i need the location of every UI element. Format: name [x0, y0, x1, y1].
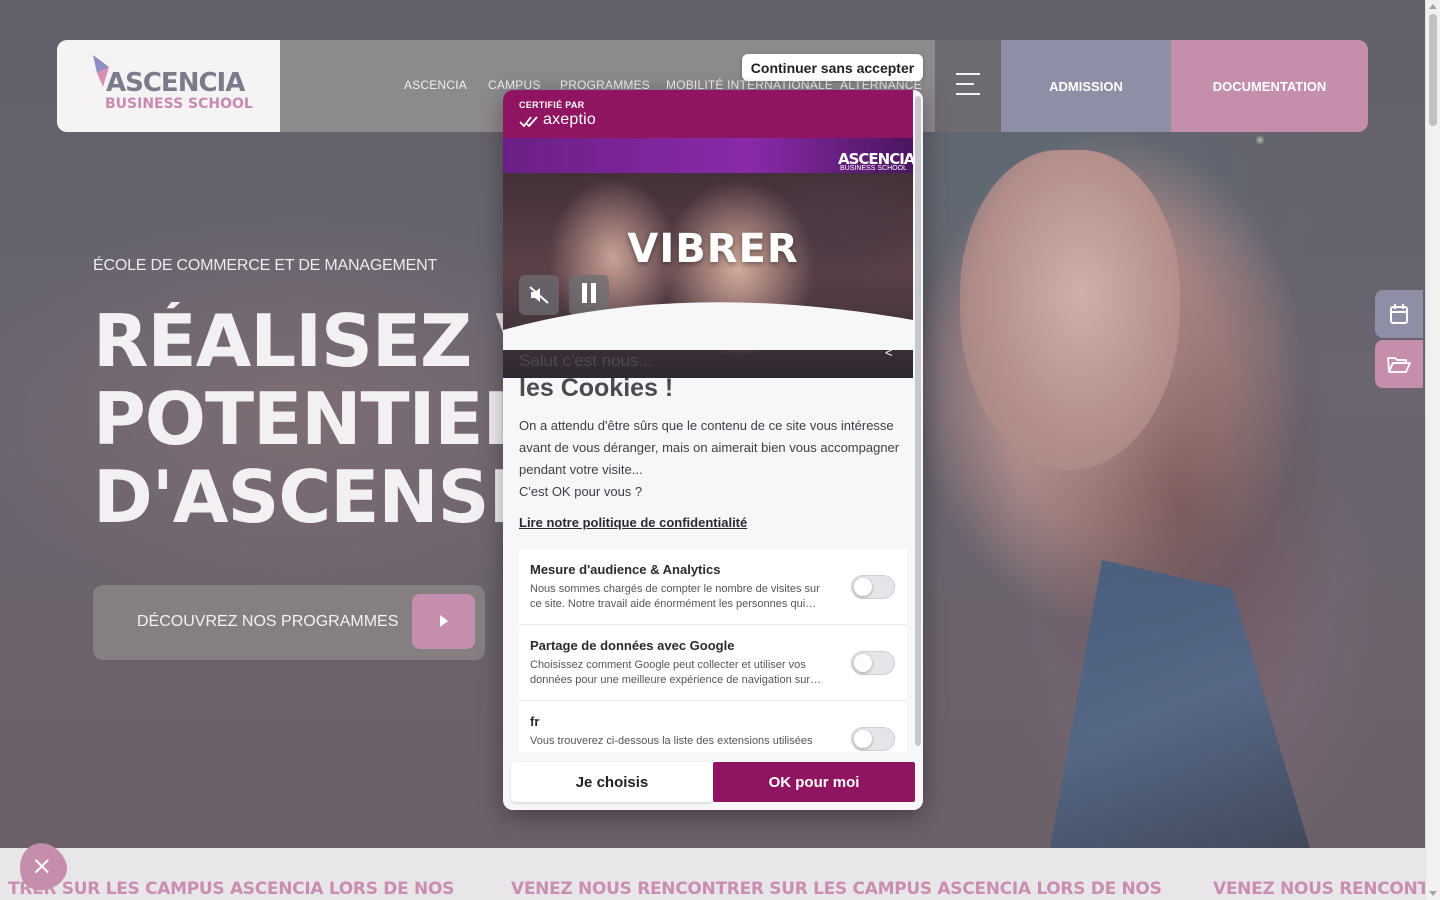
accept-cookies-button[interactable]: OK pour moi — [713, 762, 915, 802]
purpose-analytics[interactable]: Mesure d'audience & Analytics Nous somme… — [519, 549, 907, 625]
admission-button[interactable]: ADMISSION — [1001, 40, 1171, 132]
modal-scrollbar-thumb[interactable] — [915, 96, 921, 746]
axeptio-check-icon — [519, 116, 538, 127]
ticker-segment: TRER SUR LES CAMPUS ASCENCIA LORS DE NOS — [8, 879, 455, 899]
cookie-title: les Cookies ! — [519, 374, 674, 402]
purpose-description: Choisissez comment Google peut collecter… — [530, 659, 822, 686]
cookie-consent-modal: CERTIFIÉ PAR axeptio ASCENCIA BUSINESS S… — [503, 90, 923, 810]
page-scrollbar[interactable] — [1425, 0, 1440, 900]
cookie-actions: Je choisis OK pour moi — [503, 752, 923, 810]
cookie-intro-question: C'est OK pour vous ? — [519, 484, 643, 499]
continue-without-accepting-button[interactable]: Continuer sans accepter — [742, 54, 923, 81]
menu-button[interactable] — [935, 40, 1001, 132]
scroll-up-icon[interactable] — [1429, 4, 1437, 9]
hero-photo-face — [960, 150, 1180, 470]
purpose-fr[interactable]: fr Vous trouverez ci-dessous la liste de… — [519, 701, 907, 753]
toggle-knob — [854, 730, 872, 748]
news-ticker: TRER SUR LES CAMPUS ASCENCIA LORS DE NOS… — [0, 848, 1425, 900]
folder-open-icon — [1387, 357, 1411, 373]
choose-cookies-button[interactable]: Je choisis — [511, 762, 713, 802]
purpose-google-data-sharing[interactable]: Partage de données avec Google Choisisse… — [519, 625, 907, 701]
scroll-down-icon[interactable] — [1429, 891, 1437, 896]
toggle-knob — [854, 654, 872, 672]
purpose-description: Nous sommes chargés de compter le nombre… — [530, 583, 820, 610]
ticker-segment: VENEZ NOUS RENCONTRER SUR LES CAMPUS ASC… — [511, 879, 1162, 899]
cookie-purposes-list[interactable]: Mesure d'audience & Analytics Nous somme… — [519, 549, 907, 753]
fr-extensions-toggle[interactable] — [851, 727, 895, 751]
arrow-right-icon — [412, 594, 475, 649]
ticker-segment: VENEZ NOUS RENCONT — [1213, 879, 1425, 899]
video-wave-divider — [503, 302, 913, 350]
cookie-greeting: Salut c'est nous... — [519, 351, 653, 370]
hero-title-line-1: RÉALISEZ V — [93, 302, 513, 383]
calendar-tab[interactable] — [1375, 290, 1423, 338]
hero-title-line-2: POTENTIEL — [93, 377, 513, 461]
google-sharing-toggle[interactable] — [851, 651, 895, 675]
axeptio-brand: axeptio — [543, 111, 596, 128]
modal-scrollbar[interactable] — [913, 90, 923, 752]
hero-kicker: ÉCOLE DE COMMERCE ET DE MANAGEMENT — [93, 257, 438, 274]
discover-programs-button[interactable]: DÉCOUVREZ NOS PROGRAMMES — [93, 585, 485, 660]
purpose-title: Mesure d'audience & Analytics — [530, 562, 721, 577]
cookie-intro: On a attendu d'être sûrs que le contenu … — [519, 415, 909, 503]
purpose-title: Partage de données avec Google — [530, 638, 735, 653]
axeptio-certification-bar[interactable]: CERTIFIÉ PAR axeptio — [503, 90, 913, 138]
privacy-policy-link[interactable]: Lire notre politique de confidentialité — [519, 515, 747, 530]
video-caption: VIBRER — [627, 226, 799, 272]
video-logo-subtitle: BUSINESS SCHOOL — [840, 165, 907, 172]
toggle-knob — [854, 578, 872, 596]
nav-item-ascencia[interactable]: ASCENCIA — [404, 78, 467, 92]
purpose-title: fr — [530, 714, 540, 729]
hamburger-icon — [956, 73, 980, 95]
hero-title-line-3: D'ASCENSI — [93, 455, 513, 536]
analytics-toggle[interactable] — [851, 575, 895, 599]
discover-programs-label: DÉCOUVREZ NOS PROGRAMMES — [137, 613, 399, 630]
logo-wordmark: ASCENCIA — [106, 68, 245, 98]
site-logo[interactable]: ASCENCIA BUSINESS SCHOOL — [57, 40, 280, 132]
documents-tab[interactable] — [1375, 340, 1423, 388]
purpose-description: Vous trouverez ci-dessous la liste des e… — [530, 735, 813, 753]
certified-by-label: CERTIFIÉ PAR — [519, 100, 585, 110]
logo-subtitle: BUSINESS SCHOOL — [105, 96, 253, 112]
collapse-video-button[interactable]: < — [885, 345, 893, 360]
hero-title: RÉALISEZ V POTENTIEL D'ASCENSI — [93, 302, 513, 536]
calendar-icon — [1390, 304, 1408, 324]
documentation-button[interactable]: DOCUMENTATION — [1171, 40, 1368, 132]
scrollbar-thumb[interactable] — [1429, 14, 1437, 126]
cookie-intro-text: On a attendu d'être sûrs que le contenu … — [519, 418, 900, 477]
